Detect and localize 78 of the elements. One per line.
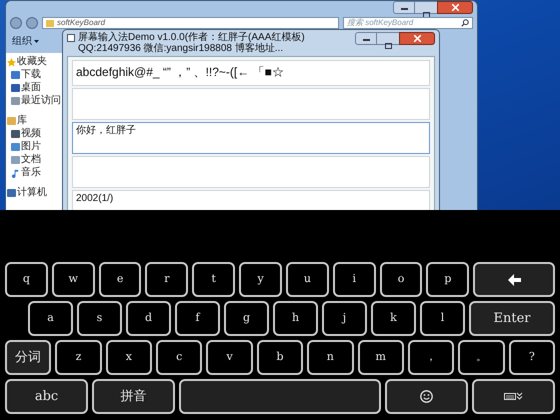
key[interactable]: Enter — [469, 301, 555, 336]
close-icon — [414, 35, 420, 42]
key[interactable]: q — [5, 262, 48, 297]
key[interactable]: e — [98, 262, 142, 297]
window-title: 屏幕输入法Demo v1.0.0(作者：红胖子(AAA红模板) QQ:21497936 微信:yangsir198808 博客地址... — [78, 32, 306, 54]
key[interactable]: c — [156, 340, 202, 375]
organize-button[interactable]: 组织 — [12, 34, 39, 48]
close-button[interactable] — [437, 1, 473, 14]
sidebar-item[interactable]: 桌面 — [21, 82, 41, 94]
key[interactable]: l — [420, 301, 465, 336]
keyboard-down-icon — [504, 392, 523, 401]
key[interactable]: t — [192, 262, 236, 297]
back-button-icon[interactable] — [10, 17, 22, 29]
caret-icon — [34, 40, 39, 42]
minimize-icon — [400, 8, 408, 10]
key[interactable]: m — [358, 340, 404, 375]
breadcrumb-text: softKeyBoard — [57, 17, 106, 29]
key[interactable]: y — [239, 262, 282, 297]
music-note-icon — [11, 168, 20, 178]
key[interactable]: 。 — [458, 340, 505, 375]
sidebar-item[interactable]: 音乐 — [21, 167, 41, 179]
address-bar[interactable]: softKeyBoard — [42, 17, 339, 29]
text-field[interactable] — [72, 156, 430, 188]
emoji-key[interactable] — [384, 379, 468, 414]
key[interactable]: s — [77, 301, 122, 336]
sidebar-item[interactable]: 视频 — [21, 128, 41, 140]
key[interactable]: w — [52, 262, 95, 297]
key[interactable]: g — [224, 301, 269, 336]
key[interactable]: a — [28, 301, 73, 336]
minimize-icon — [362, 38, 370, 40]
sidebar-item[interactable]: 库 — [17, 115, 27, 127]
text-field[interactable]: abcdefghik@#_ “” ，” 、!!?~-([← 「■☆ — [72, 60, 430, 86]
key[interactable]: k — [371, 301, 416, 336]
key[interactable]: ， — [408, 340, 454, 375]
key[interactable]: v — [206, 340, 253, 375]
hide-keyboard-key[interactable] — [472, 379, 555, 414]
search-input[interactable]: 搜索 softKeyBoard — [347, 17, 447, 29]
key[interactable]: f — [175, 301, 220, 336]
key[interactable]: r — [145, 262, 188, 297]
key[interactable]: i — [332, 262, 376, 297]
key[interactable]: h — [273, 301, 318, 336]
minimize-button[interactable] — [393, 1, 415, 14]
close-icon — [452, 4, 458, 11]
key[interactable]: 拼音 — [92, 379, 176, 414]
search-icon — [461, 19, 469, 27]
key[interactable]: ? — [508, 340, 555, 375]
space-key[interactable] — [179, 379, 381, 414]
sidebar-item[interactable]: 图片 — [21, 141, 41, 153]
sidebar-item[interactable]: 文档 — [21, 154, 41, 166]
forward-button-icon[interactable] — [26, 17, 38, 29]
key[interactable]: z — [55, 340, 102, 375]
text-field[interactable] — [72, 88, 430, 120]
sidebar-item[interactable]: 计算机 — [17, 187, 47, 199]
window-icon — [67, 34, 75, 42]
maximize-button[interactable] — [415, 1, 437, 14]
key[interactable]: x — [106, 340, 152, 375]
star-icon — [7, 58, 16, 66]
key[interactable]: o — [380, 262, 422, 297]
close-button[interactable] — [399, 32, 435, 45]
sidebar-item[interactable]: 下载 — [21, 69, 41, 81]
text-field[interactable]: 2002(1/) — [72, 190, 430, 210]
text-field[interactable]: 你好，红胖子 — [72, 122, 430, 154]
maximize-icon — [384, 43, 392, 49]
sidebar-item[interactable]: 收藏夹 — [17, 56, 47, 68]
backspace-key[interactable] — [473, 262, 555, 297]
key[interactable]: u — [286, 262, 329, 297]
search-field[interactable]: 搜索 softKeyBoard — [343, 17, 473, 29]
smiley-icon — [420, 390, 433, 403]
key[interactable]: n — [307, 340, 354, 375]
left-arrow-icon — [508, 274, 521, 286]
key[interactable]: b — [256, 340, 304, 375]
key[interactable]: j — [322, 301, 367, 336]
key[interactable]: d — [126, 301, 171, 336]
key[interactable]: abc — [5, 379, 88, 414]
key[interactable]: 分词 — [5, 340, 52, 375]
sidebar-item[interactable]: 最近访问 — [21, 95, 61, 107]
minimize-button[interactable] — [355, 32, 377, 45]
key[interactable]: p — [426, 262, 470, 297]
